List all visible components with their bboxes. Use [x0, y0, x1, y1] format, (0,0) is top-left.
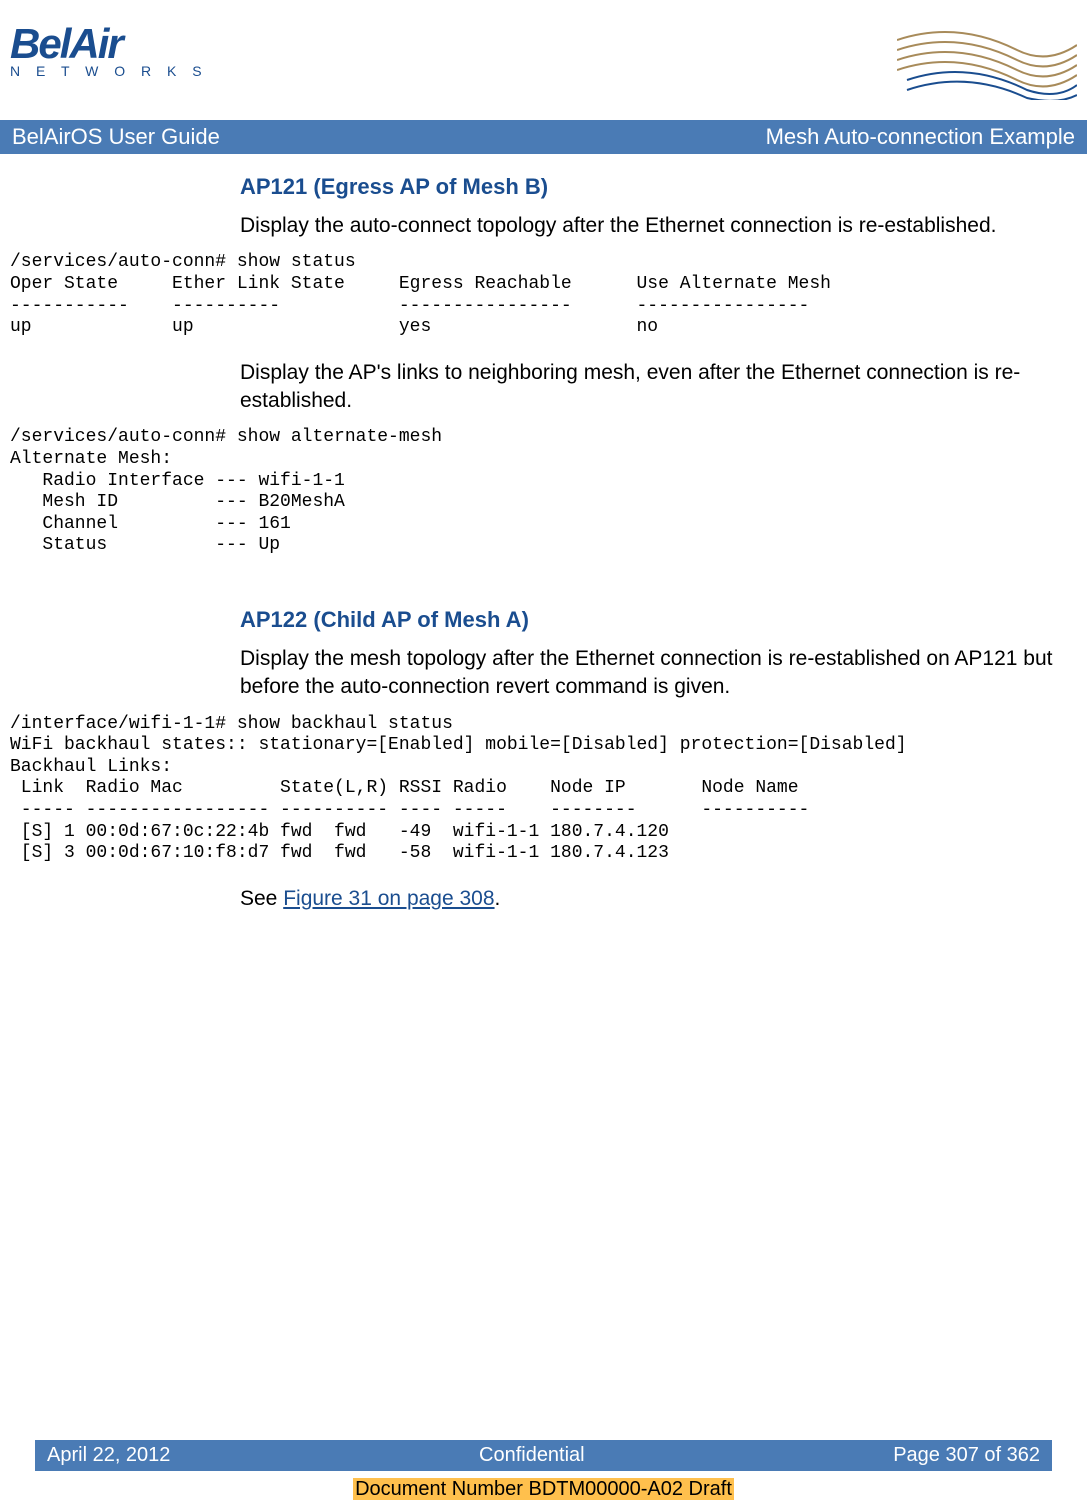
footer-confidential: Confidential [479, 1444, 585, 1467]
footer-date: April 22, 2012 [47, 1444, 170, 1467]
logo-text-top: BelAir [10, 20, 208, 68]
page-header-area: BelAir N E T W O R K S [0, 0, 1087, 110]
doc-number-text: Document Number BDTM00000-A02 Draft [353, 1478, 734, 1500]
header-bar: BelAirOS User Guide Mesh Auto-connection… [0, 120, 1087, 154]
main-content: AP121 (Egress AP of Mesh B) Display the … [0, 154, 1087, 935]
see-suffix: . [495, 887, 501, 910]
belair-logo: BelAir N E T W O R K S [10, 20, 208, 79]
para-ap122-1: Display the mesh topology after the Ethe… [240, 645, 1057, 702]
document-number: Document Number BDTM00000-A02 Draft [0, 1478, 1087, 1501]
code-show-backhaul: /interface/wifi-1-1# show backhaul statu… [10, 714, 1077, 865]
para-ap121-1: Display the auto-connect topology after … [240, 212, 1057, 240]
logo-text-bottom: N E T W O R K S [10, 63, 208, 79]
code-show-status: /services/auto-conn# show status Oper St… [10, 252, 1077, 338]
footer-bar: April 22, 2012 Confidential Page 307 of … [35, 1440, 1052, 1471]
section-heading-ap121: AP121 (Egress AP of Mesh B) [240, 174, 1077, 200]
para-see-figure: See Figure 31 on page 308. [240, 885, 1057, 913]
see-prefix: See [240, 887, 283, 910]
para-ap121-2: Display the AP's links to neighboring me… [240, 359, 1057, 416]
section-heading-ap122: AP122 (Child AP of Mesh A) [240, 607, 1077, 633]
corner-graphic-icon [897, 20, 1077, 100]
code-show-alternate-mesh: /services/auto-conn# show alternate-mesh… [10, 427, 1077, 557]
footer-page: Page 307 of 362 [893, 1444, 1040, 1467]
header-left: BelAirOS User Guide [12, 124, 220, 150]
figure-link[interactable]: Figure 31 on page 308 [283, 887, 494, 910]
header-right: Mesh Auto-connection Example [766, 124, 1075, 150]
